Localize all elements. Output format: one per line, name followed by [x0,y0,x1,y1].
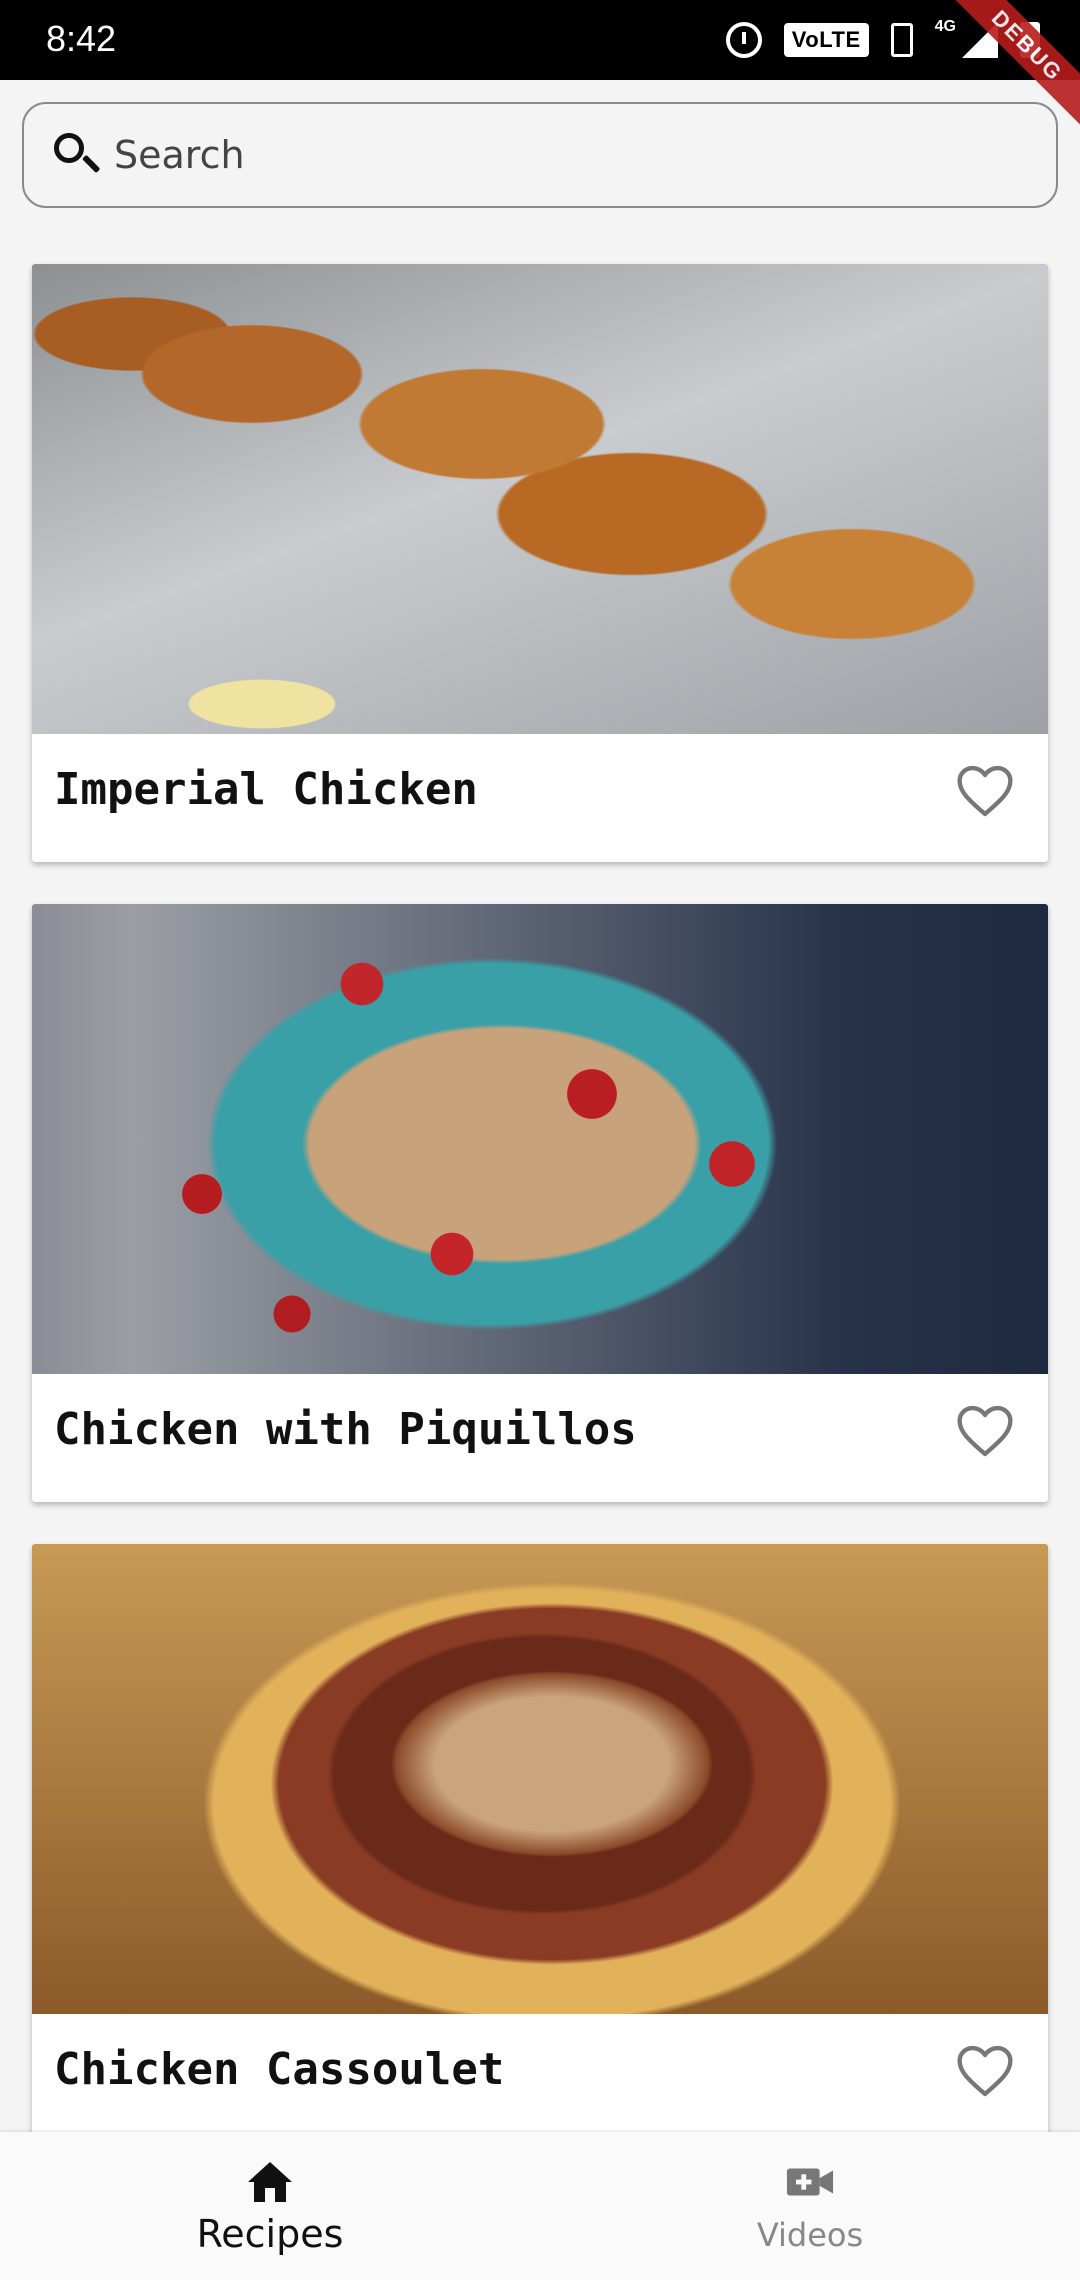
heart-outline-icon[interactable] [956,1404,1014,1458]
nav-item-recipes[interactable]: Recipes [0,2132,540,2280]
recipe-image [32,904,1048,1374]
recipe-card[interactable]: Chicken with Piquillos [32,904,1048,1502]
bottom-navigation: Recipes Videos [0,2132,1080,2280]
recipe-title: Chicken Cassoulet [54,2044,505,2095]
status-bar: 8:42 VoLTE 4G DEBUG [0,0,1080,133]
network-type-label: 4G [934,18,956,35]
heart-outline-icon[interactable] [956,2044,1014,2098]
alarm-icon [725,22,762,58]
nav-item-videos[interactable]: Videos [540,2132,1080,2280]
recipe-title: Imperial Chicken [54,764,478,815]
recipe-card[interactable]: Chicken Cassoulet [32,1544,1048,2142]
home-icon [248,2162,292,2202]
search-bar[interactable] [22,102,1058,208]
search-icon [52,131,101,179]
search-input[interactable] [112,132,1016,178]
nav-label-recipes: Recipes [196,2212,344,2256]
recipe-image [32,264,1048,734]
heart-outline-icon[interactable] [956,764,1014,818]
volte-badge: VoLTE [783,23,869,57]
recipe-card[interactable]: Imperial Chicken [32,264,1048,862]
nav-label-videos: Videos [756,2216,864,2254]
recipe-title: Chicken with Piquillos [54,1404,637,1455]
vibrate-icon [890,23,913,57]
recipe-image [32,1544,1048,2014]
video-add-icon [786,2168,834,2196]
status-time: 8:42 [46,18,117,59]
